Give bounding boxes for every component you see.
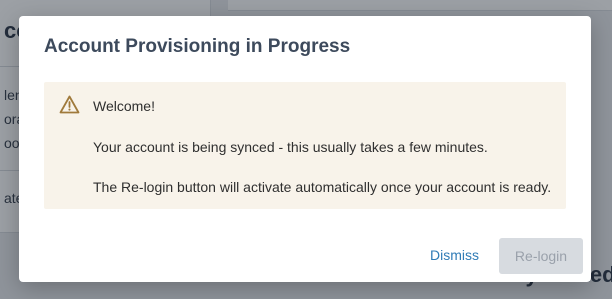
modal-title: Account Provisioning in Progress (44, 36, 351, 57)
notice-sync-message: Your account is being synced - this usua… (93, 139, 488, 155)
notice-greeting: Welcome! (93, 98, 155, 114)
dismiss-button[interactable]: Dismiss (430, 247, 479, 263)
relogin-button[interactable]: Re-login (499, 238, 583, 274)
warning-notice: Welcome! Your account is being synced - … (44, 82, 566, 209)
warning-triangle-icon (59, 95, 80, 114)
provisioning-modal: Account Provisioning in Progress Welcome… (19, 16, 591, 282)
notice-relogin-message: The Re-login button will activate automa… (93, 179, 552, 195)
